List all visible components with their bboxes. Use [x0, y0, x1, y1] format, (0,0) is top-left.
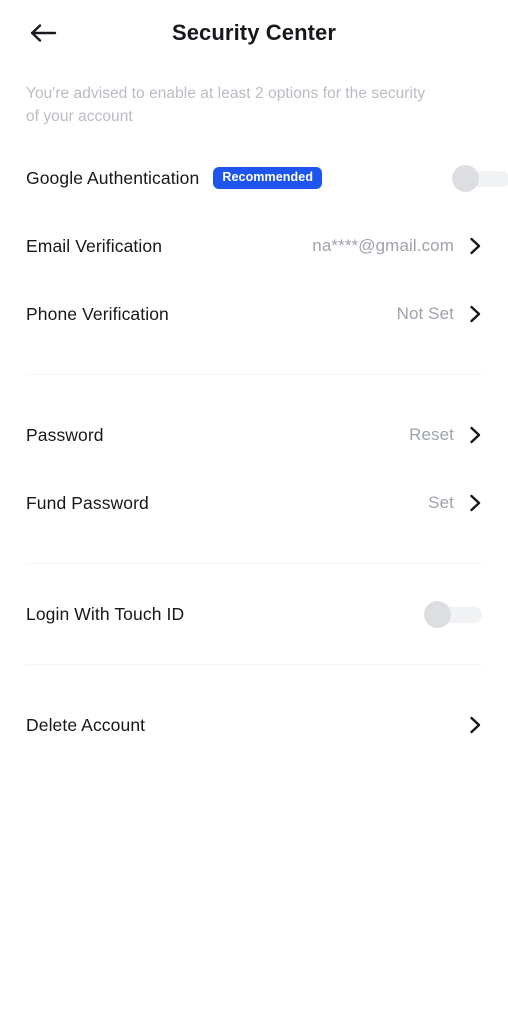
verification-group: Google Authentication Recommended Email … — [0, 144, 508, 348]
security-center-screen: Security Center You're advised to enable… — [0, 0, 508, 1024]
row-delete-account[interactable]: Delete Account — [0, 691, 508, 759]
row-right: Reset — [409, 425, 482, 445]
row-right: na****@gmail.com — [312, 236, 482, 256]
recommended-badge: Recommended — [213, 167, 323, 189]
chevron-right-icon — [468, 236, 482, 256]
row-right: Not Set — [397, 304, 482, 324]
row-google-authentication[interactable]: Google Authentication Recommended — [0, 144, 508, 212]
row-label: Email Verification — [26, 235, 163, 256]
advisory-text: You're advised to enable at least 2 opti… — [26, 85, 426, 125]
password-group: Password Reset Fund Password Set — [0, 401, 508, 537]
back-button[interactable] — [20, 12, 68, 54]
header-bar: Security Center — [0, 0, 508, 66]
row-label: Password — [26, 424, 104, 445]
account-group: Delete Account — [0, 691, 508, 759]
toggle-wrap — [452, 164, 508, 192]
toggle-wrap — [424, 600, 482, 628]
row-email-verification[interactable]: Email Verification na****@gmail.com — [0, 212, 508, 280]
row-label: Phone Verification — [26, 303, 169, 324]
row-label: Login With Touch ID — [26, 603, 185, 624]
row-label: Google Authentication — [26, 167, 200, 188]
row-value: Set — [428, 493, 454, 512]
row-value: na****@gmail.com — [312, 236, 454, 255]
row-phone-verification[interactable]: Phone Verification Not Set — [0, 280, 508, 348]
row-right — [454, 715, 482, 735]
toggle-knob — [424, 600, 451, 628]
chevron-right-icon — [468, 493, 482, 513]
row-value: Reset — [409, 425, 454, 444]
chevron-right-icon — [468, 304, 482, 324]
arrow-left-icon — [29, 22, 59, 44]
row-fund-password[interactable]: Fund Password Set — [0, 469, 508, 537]
chevron-right-icon — [468, 425, 482, 445]
row-password[interactable]: Password Reset — [0, 401, 508, 469]
row-right: Set — [428, 493, 482, 513]
row-label: Fund Password — [26, 492, 149, 513]
google-authentication-toggle[interactable] — [452, 164, 508, 192]
toggle-knob — [452, 164, 479, 192]
row-login-with-touch-id[interactable]: Login With Touch ID — [0, 580, 508, 648]
row-value: Not Set — [396, 304, 454, 323]
page-title: Security Center — [171, 20, 337, 45]
chevron-right-icon — [468, 715, 482, 735]
touch-id-toggle[interactable] — [424, 600, 482, 628]
row-label: Delete Account — [26, 714, 146, 735]
biometrics-group: Login With Touch ID — [0, 580, 508, 648]
